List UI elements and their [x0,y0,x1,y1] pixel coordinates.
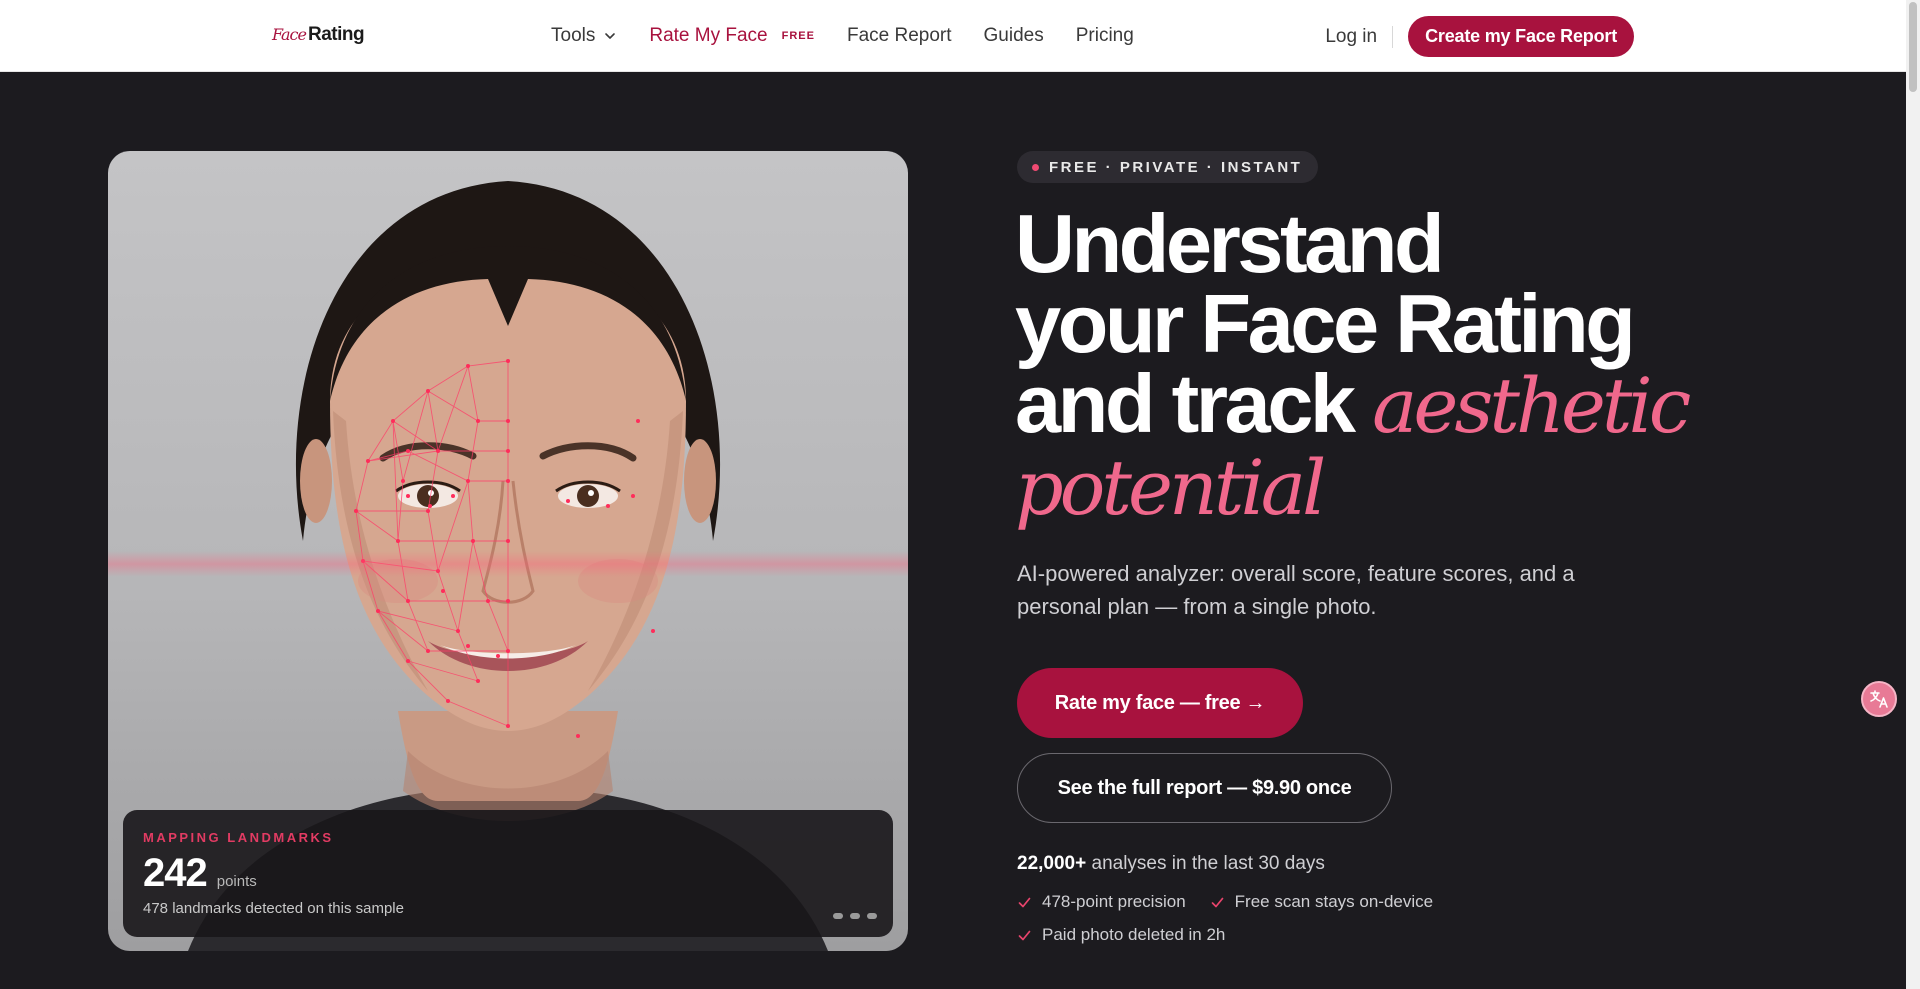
create-report-button[interactable]: Create my Face Report [1408,16,1634,57]
scan-line [108,551,908,577]
headline-accent-1: aesthetic [1372,361,1691,450]
nav-pricing[interactable]: Pricing [1076,25,1134,47]
headline-line-3: and track aesthetic [1015,362,1691,446]
page-scrollbar[interactable] [1906,0,1920,989]
dot-2[interactable] [850,913,860,919]
check-item: Paid photo deleted in 2h [1017,925,1225,945]
overlay-count-row: 242 points [143,851,873,896]
hero-subtitle: AI-powered analyzer: overall score, feat… [1017,561,1575,619]
check-icon [1018,897,1031,907]
landmark-count: 242 [143,851,208,895]
nav-guides[interactable]: Guides [984,25,1044,47]
feature-checks: 478-point precision Free scan stays on-d… [1017,892,1537,945]
check-label: 478-point precision [1042,892,1186,911]
nav-face-report[interactable]: Face Report [847,25,952,47]
headline-line-1: Understand [1015,197,1445,290]
headline-line-3-text: and track [1015,357,1356,450]
full-report-button[interactable]: See the full report — $9.90 once [1017,753,1392,823]
dot-3[interactable] [867,913,877,919]
top-navbar: Face Rating Tools Rate My Face FREE Face … [0,0,1906,72]
nav-tools[interactable]: Tools [551,25,617,47]
logo[interactable]: Face Rating [272,24,365,46]
translate-icon[interactable] [1861,681,1897,717]
login-link[interactable]: Log in [1325,25,1394,48]
check-item: Free scan stays on-device [1210,892,1433,912]
check-icon [1211,897,1224,907]
headline-line-2: your Face Rating [1015,277,1636,370]
translate-glyph-icon [1870,690,1888,708]
nav-right: Log in Create my Face Report [1325,16,1634,57]
chevron-down-icon [605,33,616,39]
nav-rate-my-face[interactable]: Rate My Face FREE [649,25,815,47]
logo-script: Face [272,25,307,44]
free-badge: FREE [781,30,815,42]
nav-links: Tools Rate My Face FREE Face Report Guid… [551,0,1134,72]
hero-pill: FREE · PRIVATE · INSTANT [1017,151,1319,183]
landmark-unit: points [216,873,257,890]
pill-text: FREE · PRIVATE · INSTANT [1049,158,1303,176]
nav-rate-my-face-label: Rate My Face [649,25,768,46]
hero-headline: Understand your Face Rating and track ae… [1015,197,1691,528]
pill-dot-icon [1032,163,1039,171]
carousel-dots[interactable] [833,913,877,919]
overlay-description: 478 landmarks detected on this sample [143,900,404,917]
face-photo-card: MAPPING LANDMARKS 242 points 478 landmar… [108,151,908,951]
check-item: 478-point precision [1017,892,1186,912]
check-label: Paid photo deleted in 2h [1042,925,1226,944]
stats-count: 22,000+ [1017,853,1087,874]
headline-line-4: potential [1015,446,1635,528]
analyses-stats: 22,000+ analyses in the last 30 days [1017,853,1325,875]
dot-1[interactable] [833,913,843,919]
check-label: Free scan stays on-device [1234,892,1434,911]
rate-my-face-button[interactable]: Rate my face — free → [1017,668,1303,738]
check-icon [1018,930,1031,940]
nav-tools-label: Tools [551,25,596,46]
headline-accent-2: potential [1015,443,1326,532]
stats-text: analyses in the last 30 days [1086,853,1325,874]
scrollbar-thumb[interactable] [1909,2,1917,92]
overlay-label: MAPPING LANDMARKS [143,830,334,845]
landmarks-overlay: MAPPING LANDMARKS 242 points 478 landmar… [123,810,893,937]
logo-word: Rating [307,24,365,45]
